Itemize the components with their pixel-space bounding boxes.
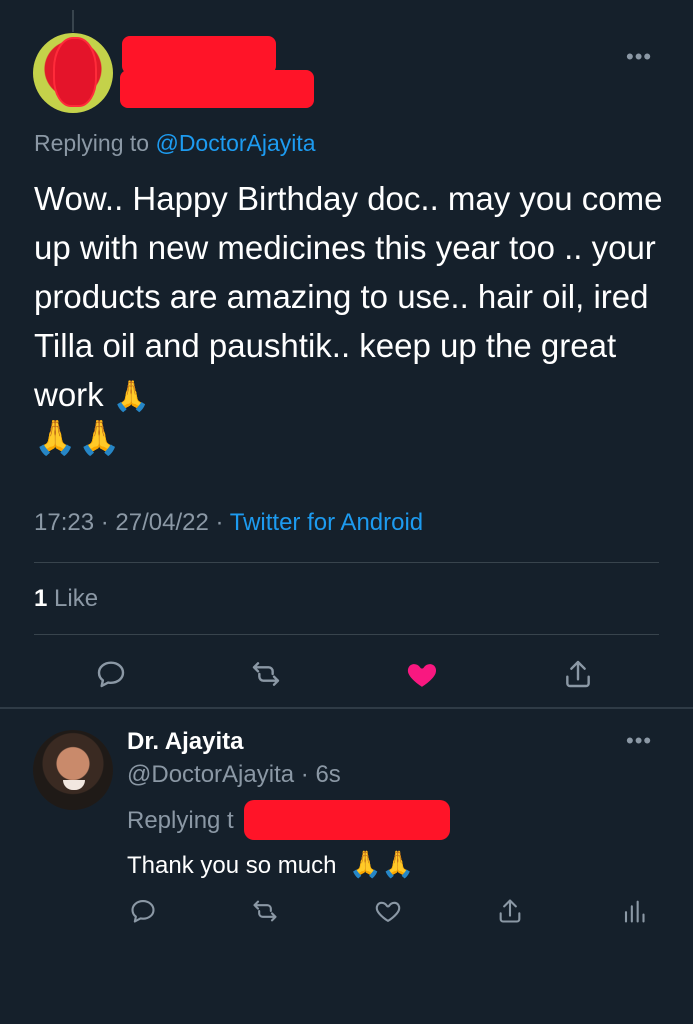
reply-replying-to-label: Replying t (127, 807, 234, 834)
thread-connector-line (72, 10, 74, 32)
more-options-icon[interactable]: ••• (626, 730, 652, 752)
divider (34, 634, 659, 635)
reply-text: Thank you so much (127, 852, 337, 879)
folded-hands-emoji-row: 🙏🙏 (34, 418, 123, 458)
author-avatar[interactable] (33, 33, 113, 113)
tweet-time[interactable]: 17:23 (34, 509, 94, 536)
tweet-source-link[interactable]: Twitter for Android (230, 509, 423, 536)
tweet-separator (0, 707, 693, 709)
redacted-reply-mention (244, 800, 450, 840)
reply-author-handle[interactable]: @DoctorAjayita (127, 761, 294, 788)
analytics-icon[interactable] (615, 893, 651, 929)
redacted-author-handle (120, 70, 314, 108)
tweet-date[interactable]: 27/04/22 (115, 509, 208, 536)
more-options-icon[interactable]: ••• (626, 46, 652, 68)
meta-separator: · (300, 761, 309, 788)
replying-to-mention-link[interactable]: @DoctorAjayita (155, 130, 315, 156)
like-label: Like (54, 585, 99, 612)
reply-author-meta: @DoctorAjayita · 6s (127, 761, 341, 789)
like-icon[interactable] (370, 893, 406, 929)
reply-timestamp[interactable]: 6s (315, 761, 340, 788)
tweet-metadata: 17:23 · 27/04/22 · Twitter for Android (34, 509, 423, 537)
tweet-body: Wow.. Happy Birthday doc.. may you come … (34, 174, 664, 419)
share-icon[interactable] (492, 893, 528, 929)
folded-hands-emoji: 🙏🙏 (349, 850, 414, 880)
folded-hands-emoji: 🙏 (112, 379, 151, 414)
retweet-icon[interactable] (247, 893, 283, 929)
replying-to-line: Replying to @DoctorAjayita (34, 130, 316, 157)
share-icon[interactable] (560, 656, 596, 692)
retweet-icon[interactable] (248, 656, 284, 692)
reply-author-avatar[interactable] (33, 730, 113, 810)
divider (34, 562, 659, 563)
likes-count-link[interactable]: 1 Like (34, 585, 98, 613)
reply-body: Thank you so much 🙏🙏 (127, 850, 414, 880)
reply-icon[interactable] (125, 893, 161, 929)
reply-author-name[interactable]: Dr. Ajayita (127, 728, 244, 756)
like-icon[interactable] (404, 656, 440, 692)
like-count: 1 (34, 585, 48, 612)
redacted-author-name (122, 36, 276, 74)
meta-separator: · (100, 509, 109, 536)
reply-icon[interactable] (93, 656, 129, 692)
meta-separator: · (215, 509, 224, 536)
replying-to-label: Replying to (34, 130, 150, 156)
